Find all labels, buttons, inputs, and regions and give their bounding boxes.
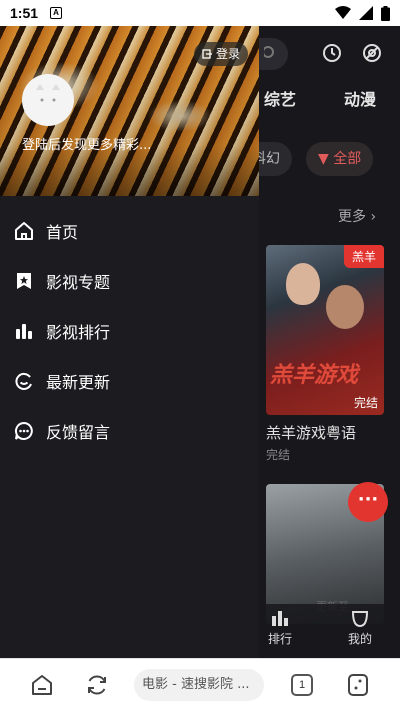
- signal-icon: [359, 6, 373, 20]
- chevron-right-icon: ›: [370, 209, 377, 225]
- history-icon[interactable]: [322, 43, 342, 63]
- nav-mine-label: 我的: [347, 632, 372, 646]
- drawer-menu: 首页 影视专题 影视排行 最新更新 反馈留言: [0, 206, 259, 456]
- menu-item-label: 影视排行: [46, 323, 111, 342]
- movie-card-poster[interactable]: 羔羊 羔羊游戏 完结: [266, 245, 384, 415]
- poster-figure: [326, 285, 364, 329]
- battery-icon: [381, 5, 390, 21]
- login-icon: [202, 49, 212, 59]
- poster-status: 完结: [353, 396, 378, 410]
- movie-card-title[interactable]: 羔羊游戏粤语: [266, 422, 356, 443]
- menu-item-topics[interactable]: 影视专题: [0, 256, 259, 306]
- chat-bubble-icon: [14, 421, 34, 441]
- menu-item-label: 最新更新: [46, 373, 111, 392]
- login-button[interactable]: 登录: [194, 42, 249, 66]
- nav-ranking[interactable]: 排行: [260, 604, 300, 647]
- nav-mine[interactable]: 我的: [340, 604, 380, 647]
- browser-toolbar: 电影 - 速搜影院 ... 1: [0, 658, 400, 711]
- tab-variety[interactable]: 综艺: [264, 86, 296, 110]
- status-bar: 1:51 A: [0, 0, 400, 26]
- login-label: 登录: [216, 47, 241, 61]
- filter-chip-all-label: 全部: [333, 151, 362, 167]
- menu-item-ranking[interactable]: 影视排行: [0, 306, 259, 356]
- login-hint[interactable]: 登陆后发现更多精彩...: [22, 134, 151, 153]
- more-label: 更多: [338, 209, 366, 225]
- eye-off-icon[interactable]: [362, 43, 382, 63]
- more-options-fab[interactable]: ···: [348, 482, 388, 522]
- more-link[interactable]: 更多 ›: [338, 206, 376, 226]
- poster-tag: 羔羊: [343, 245, 384, 268]
- search-icon[interactable]: [264, 44, 278, 62]
- tab-anime[interactable]: 动漫: [344, 86, 376, 110]
- movie-card-subtitle: 完结: [266, 448, 291, 462]
- notification-icon: A: [50, 7, 63, 19]
- menu-icon[interactable]: [347, 673, 369, 697]
- home-icon: [14, 221, 34, 241]
- refresh-face-icon: [14, 371, 34, 391]
- home-icon[interactable]: [30, 673, 54, 697]
- poster-figure: [286, 263, 320, 305]
- menu-item-home[interactable]: 首页: [0, 206, 259, 256]
- refresh-icon[interactable]: [85, 673, 109, 697]
- status-time: 1:51: [10, 5, 39, 21]
- drawer-header-banner: 登录 登陆后发现更多精彩...: [0, 26, 259, 196]
- tab-switcher-button[interactable]: 1: [291, 674, 313, 696]
- menu-item-feedback[interactable]: 反馈留言: [0, 406, 259, 456]
- menu-item-latest[interactable]: 最新更新: [0, 356, 259, 406]
- face-icon: [351, 611, 369, 628]
- funnel-icon: ▼: [318, 151, 329, 167]
- bar-chart-icon: [272, 611, 288, 626]
- bottom-nav: 排行 我的: [258, 604, 400, 658]
- address-bar[interactable]: 电影 - 速搜影院 ...: [134, 669, 264, 701]
- avatar-face-icon: [36, 84, 60, 102]
- menu-item-label: 反馈留言: [46, 423, 111, 442]
- avatar[interactable]: [22, 74, 74, 126]
- star-bookmark-icon: [14, 271, 34, 291]
- filter-chip-all[interactable]: ▼ 全部: [306, 142, 374, 176]
- navigation-drawer: 登录 登陆后发现更多精彩... 首页 影视专题 影视排行 最新更新 反馈留言: [0, 26, 259, 658]
- wifi-icon: [335, 6, 351, 19]
- poster-title-art: 羔羊游戏: [270, 363, 359, 388]
- status-indicators: [335, 5, 390, 21]
- menu-item-label: 影视专题: [46, 273, 111, 292]
- bar-chart-icon: [14, 321, 34, 341]
- nav-ranking-label: 排行: [267, 632, 292, 646]
- menu-item-label: 首页: [46, 223, 79, 242]
